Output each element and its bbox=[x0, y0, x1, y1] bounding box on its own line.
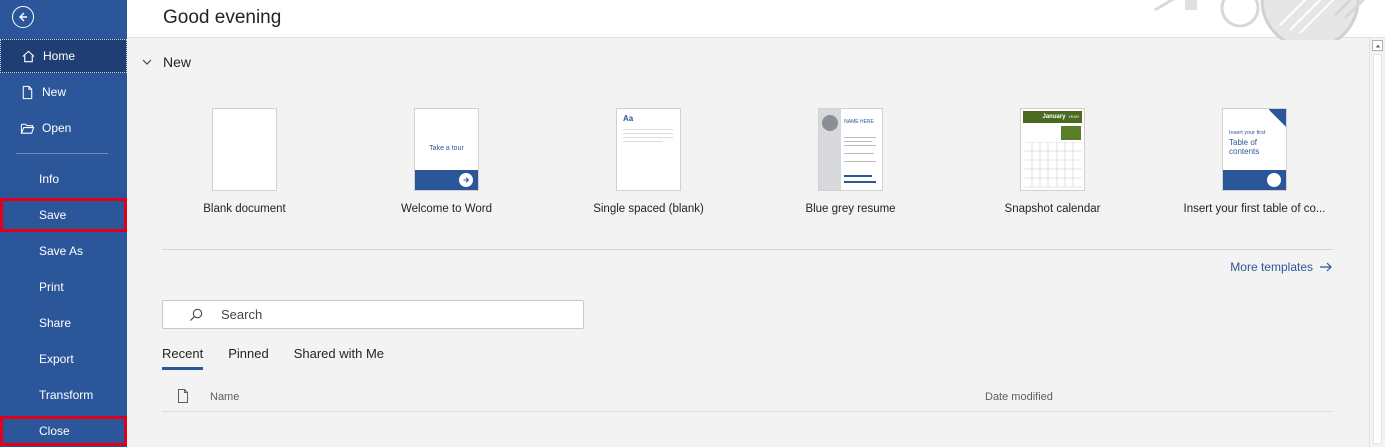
thumb-text: Aa bbox=[623, 114, 634, 123]
template-thumbnail: NAME HERE bbox=[818, 108, 883, 191]
sidebar-item-export[interactable]: Export bbox=[0, 342, 127, 376]
template-label: Blue grey resume bbox=[805, 203, 896, 215]
template-thumbnail: Insert your first Table of contents bbox=[1222, 108, 1287, 191]
template-welcome-to-word[interactable]: Take a tour Welcome to Word bbox=[364, 108, 529, 215]
template-table-of-contents[interactable]: Insert your first Table of contents Inse… bbox=[1172, 108, 1337, 215]
new-document-icon bbox=[18, 83, 36, 101]
sidebar-item-label: Close bbox=[39, 424, 70, 438]
template-thumbnail: Take a tour bbox=[414, 108, 479, 191]
chevron-down-icon bbox=[142, 59, 152, 65]
recent-tabs: Recent Pinned Shared with Me bbox=[162, 346, 409, 370]
scrollbar-thumb[interactable] bbox=[1373, 54, 1382, 444]
sidebar-item-label: New bbox=[42, 85, 67, 99]
sidebar-item-label: Share bbox=[39, 316, 72, 330]
search-icon bbox=[190, 308, 203, 321]
new-section-toggle[interactable]: New bbox=[141, 54, 191, 70]
template-label: Snapshot calendar bbox=[1004, 203, 1101, 215]
sidebar-item-transform[interactable]: Transform bbox=[0, 378, 127, 412]
column-name[interactable]: Name bbox=[210, 391, 239, 403]
new-section-title: New bbox=[163, 54, 192, 70]
template-label: Blank document bbox=[203, 203, 286, 215]
arrow-right-icon bbox=[1320, 262, 1332, 272]
template-thumbnail: January YEAR bbox=[1020, 108, 1085, 191]
files-table-header: Name Date modified bbox=[162, 388, 1333, 412]
thumb-text-1: Insert your first bbox=[1229, 130, 1266, 136]
tab-pinned[interactable]: Pinned bbox=[228, 346, 268, 370]
decorative-banner-art bbox=[1154, 0, 1365, 40]
template-label: Insert your first table of co... bbox=[1183, 203, 1326, 215]
more-templates-label: More templates bbox=[1230, 260, 1313, 274]
toc-icon bbox=[1267, 173, 1281, 187]
sidebar-item-home[interactable]: Home bbox=[0, 39, 127, 73]
thumb-text: Take a tour bbox=[429, 145, 464, 152]
header-band: Good evening bbox=[127, 0, 1385, 40]
sidebar-item-close[interactable]: Close bbox=[0, 416, 127, 446]
thumb-text: NAME HERE bbox=[844, 119, 874, 125]
tab-recent[interactable]: Recent bbox=[162, 346, 204, 370]
calendar-photo bbox=[1061, 126, 1081, 140]
file-type-icon bbox=[178, 389, 188, 403]
thumb-text: January bbox=[1042, 114, 1066, 120]
sidebar-item-info[interactable]: Info bbox=[0, 162, 127, 196]
template-snapshot-calendar[interactable]: January YEAR Snapshot calendar bbox=[970, 108, 1135, 215]
template-single-spaced[interactable]: Aa Single spaced (blank) bbox=[566, 108, 731, 215]
sidebar-item-label: Transform bbox=[39, 388, 94, 402]
template-thumbnail bbox=[212, 108, 277, 191]
sidebar-item-save-as[interactable]: Save As bbox=[0, 234, 127, 268]
tab-shared-with-me[interactable]: Shared with Me bbox=[294, 346, 384, 370]
sidebar-item-label: Save bbox=[39, 208, 67, 222]
folder-open-icon bbox=[18, 119, 36, 137]
calendar-grid bbox=[1024, 142, 1082, 188]
sidebar-item-print[interactable]: Print bbox=[0, 270, 127, 304]
main-content: New Blank document Take a tour Welcome t… bbox=[127, 38, 1369, 447]
templates-gallery: Blank document Take a tour Welcome to Wo… bbox=[162, 108, 1334, 228]
more-templates-link[interactable]: More templates bbox=[1230, 260, 1333, 274]
template-blank-document[interactable]: Blank document bbox=[162, 108, 327, 215]
home-icon bbox=[19, 47, 37, 65]
sidebar-item-label: Save As bbox=[39, 244, 84, 258]
sidebar-item-new[interactable]: New bbox=[0, 75, 127, 109]
arrow-right-icon bbox=[459, 173, 473, 187]
sidebar-item-label: Home bbox=[43, 49, 76, 63]
sidebar-item-label: Info bbox=[39, 172, 60, 186]
page-title: Good evening bbox=[163, 7, 282, 28]
scroll-up-icon[interactable] bbox=[1372, 40, 1383, 51]
backstage-sidebar: Home New Open Info Save Save As Print Sh… bbox=[0, 0, 127, 447]
sidebar-item-open[interactable]: Open bbox=[0, 111, 127, 145]
resume-photo-icon bbox=[822, 115, 838, 131]
search-input[interactable] bbox=[221, 307, 561, 322]
sidebar-item-label: Export bbox=[39, 352, 74, 366]
search-box[interactable] bbox=[162, 300, 584, 329]
sidebar-item-label: Print bbox=[39, 280, 64, 294]
sidebar-item-save[interactable]: Save bbox=[0, 198, 127, 232]
template-label: Welcome to Word bbox=[401, 203, 492, 215]
back-arrow-icon[interactable] bbox=[12, 6, 34, 28]
sidebar-divider bbox=[16, 153, 108, 154]
template-blue-grey-resume[interactable]: NAME HERE Blue grey resume bbox=[768, 108, 933, 215]
thumb-text-2: Table of contents bbox=[1229, 138, 1260, 156]
thumb-year: YEAR bbox=[1068, 114, 1079, 119]
template-label: Single spaced (blank) bbox=[593, 203, 704, 215]
sidebar-item-share[interactable]: Share bbox=[0, 306, 127, 340]
sidebar-item-label: Open bbox=[42, 121, 72, 135]
column-date-modified[interactable]: Date modified bbox=[985, 391, 1053, 403]
template-thumbnail: Aa bbox=[616, 108, 681, 191]
section-divider bbox=[162, 249, 1333, 250]
vertical-scrollbar[interactable] bbox=[1369, 38, 1385, 447]
